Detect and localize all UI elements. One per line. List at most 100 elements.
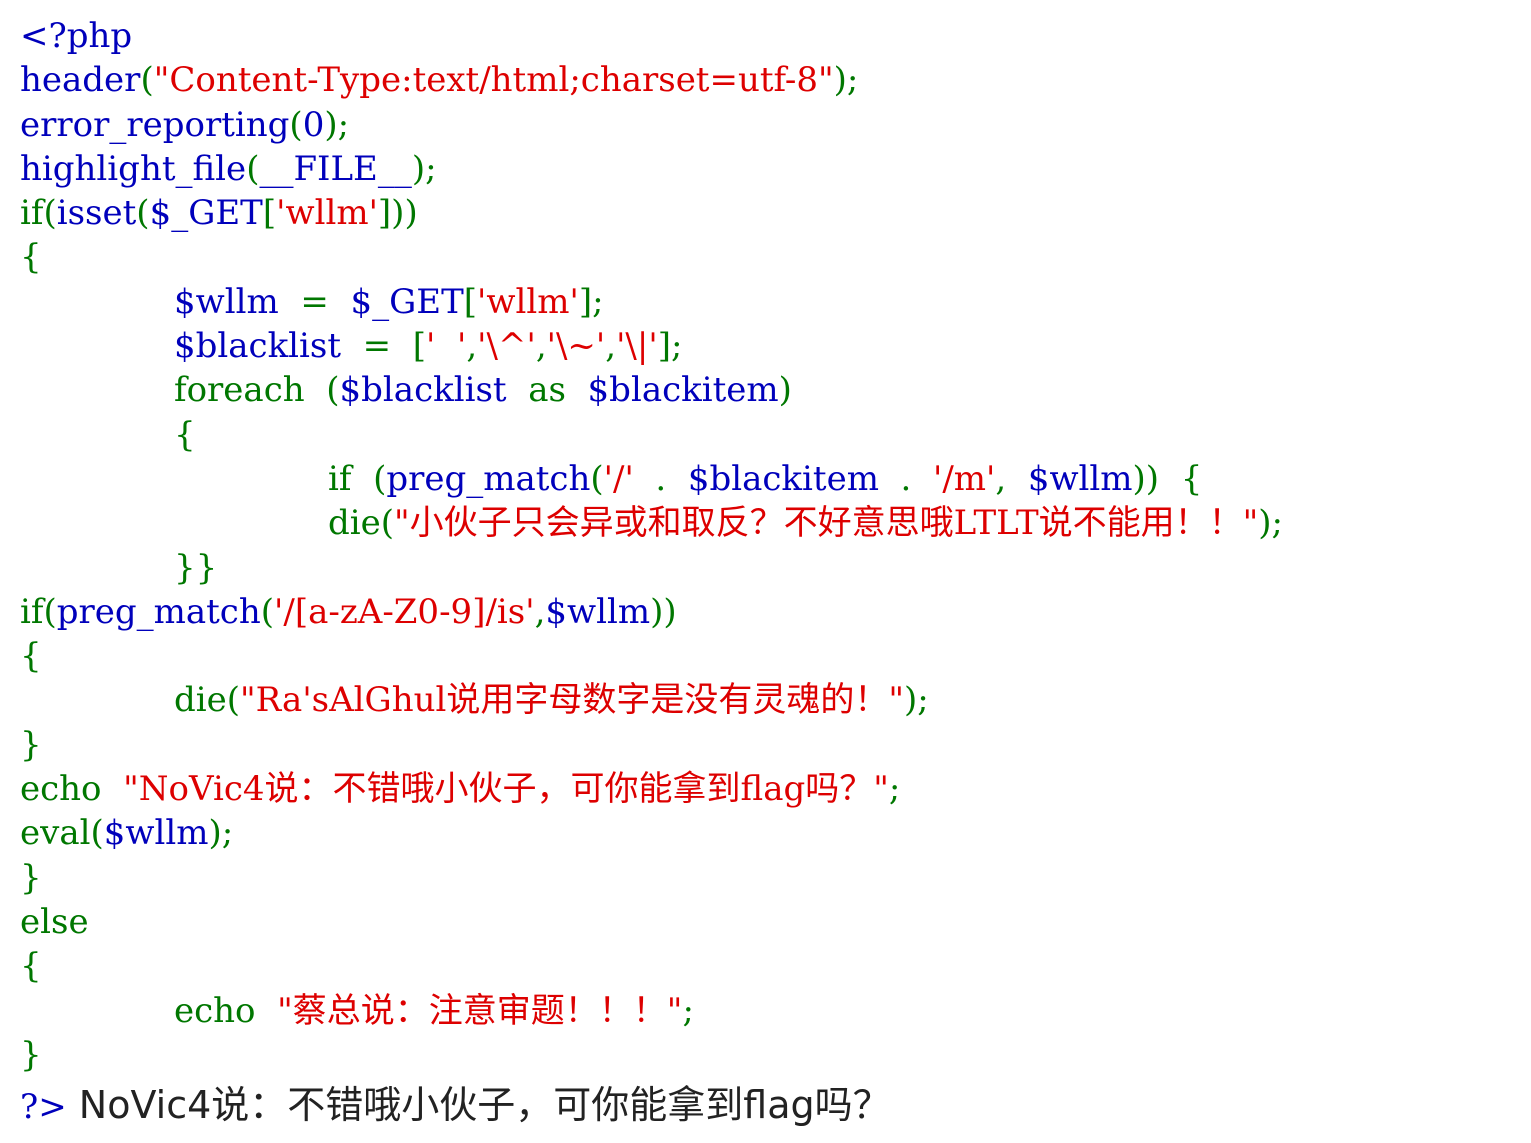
code-keyword: if( (20, 193, 57, 234)
code-keyword: echo (174, 990, 278, 1031)
code-keyword: ); (1258, 503, 1284, 544)
code-string: "蔡总说：注意审题！！！" (277, 990, 683, 1031)
code-line: { (20, 634, 1283, 678)
code-keyword: , (605, 326, 617, 367)
code-string: '/m' (932, 458, 996, 499)
code-keyword: ); (411, 148, 437, 189)
code-keyword: ( (246, 148, 260, 189)
code-string: ' ' (426, 326, 467, 367)
code-keyword: ( (590, 458, 604, 499)
code-token: <?php (20, 16, 133, 56)
code-token: $wllm (174, 281, 301, 322)
code-token: error_reporting (20, 104, 290, 145)
php-source-code: <?php header("Content-Type:text/html;char… (20, 14, 1283, 1077)
code-keyword: ; (888, 769, 901, 810)
code-keyword: echo (20, 769, 124, 810)
code-keyword: , (995, 458, 1028, 499)
code-keyword: { (174, 414, 196, 455)
code-line: error_reporting(0); (20, 103, 1283, 147)
code-keyword: }} (174, 547, 218, 588)
code-keyword: foreach ( (174, 370, 340, 411)
code-token: $blacklist (174, 326, 363, 367)
code-keyword: [ (463, 281, 478, 322)
code-token: $blacklist (339, 370, 529, 411)
code-keyword: [ (262, 193, 277, 234)
code-line: die("小伙子只会异或和取反？不好意思哦LTLT说不能用！！"); (20, 501, 1283, 545)
code-keyword: , (535, 326, 547, 367)
code-string: '\|' (616, 326, 658, 367)
code-token: header (20, 60, 141, 101)
code-line: { (20, 413, 1283, 457)
page-output: ?> NoVic4说：不错哦小伙子，可你能拿到flag吗？ (20, 1080, 891, 1132)
code-keyword: if ( (328, 458, 387, 499)
code-line: echo "NoVic4说：不错哦小伙子，可你能拿到flag吗？"; (20, 767, 1283, 811)
php-close-tag: ?> (20, 1087, 67, 1127)
code-line: } (20, 1033, 1283, 1077)
code-string: '\~' (546, 326, 606, 367)
code-keyword: ( (289, 104, 303, 145)
code-keyword: ; (682, 990, 694, 1031)
code-line: <?php (20, 14, 1283, 58)
code-line: else (20, 900, 1283, 944)
code-line: $blacklist = [' ','\^','\~','\|']; (20, 324, 1283, 368)
code-keyword: } (20, 857, 42, 898)
code-keyword: = [ (362, 326, 427, 367)
code-token: highlight_file (20, 148, 247, 189)
code-keyword: ]; (578, 281, 604, 322)
code-keyword: )) { (1132, 458, 1203, 499)
code-string: '/' (603, 458, 656, 499)
code-token: $wllm (545, 591, 651, 632)
code-line: die("Ra'sAlGhul说用字母数字是没有灵魂的！"); (20, 678, 1283, 722)
code-keyword: . (655, 458, 688, 499)
code-keyword: ( (260, 591, 275, 632)
code-keyword: = (300, 281, 351, 322)
code-string: 'wllm' (477, 281, 579, 322)
code-keyword: { (20, 237, 42, 278)
code-token: $blackitem (587, 370, 779, 411)
code-keyword: )) (650, 591, 677, 632)
code-token: $blackitem (687, 458, 901, 499)
code-line: } (20, 723, 1283, 767)
code-keyword: ); (208, 813, 234, 854)
code-line: if(isset($_GET['wllm'])) (20, 191, 1283, 235)
code-line: { (20, 235, 1283, 279)
code-keyword: if( (20, 591, 57, 632)
code-line: echo "蔡总说：注意审题！！！"; (20, 989, 1283, 1033)
code-keyword: { (20, 636, 42, 677)
code-keyword: die( (174, 680, 241, 721)
code-token: $wllm (103, 813, 209, 854)
code-token: $_GET (350, 281, 464, 322)
code-line: if (preg_match('/' . $blackitem . '/m', … (20, 457, 1283, 501)
code-line: } (20, 856, 1283, 900)
code-keyword: ]; (657, 326, 683, 367)
code-keyword: ( (136, 193, 150, 234)
code-line: if(preg_match('/[a-zA-Z0-9]/is',$wllm)) (20, 590, 1283, 634)
code-token: 0 (302, 104, 325, 145)
code-keyword: ); (833, 60, 859, 101)
code-string: "Content-Type:text/html;charset=utf-8" (153, 60, 834, 101)
code-line: eval($wllm); (20, 811, 1283, 855)
code-string: '\^' (477, 326, 536, 367)
code-token: __FILE__ (259, 148, 412, 189)
code-keyword: { (20, 946, 42, 987)
code-keyword: ) (778, 370, 792, 411)
code-keyword: } (20, 1034, 42, 1075)
code-token: $_GET (149, 193, 263, 234)
code-keyword: ( (140, 60, 154, 101)
code-line: { (20, 944, 1283, 988)
code-line: highlight_file(__FILE__); (20, 147, 1283, 191)
code-keyword: . (900, 458, 933, 499)
code-token: preg_match (386, 458, 591, 499)
code-line: header("Content-Type:text/html;charset=u… (20, 58, 1283, 102)
code-keyword: ); (904, 680, 929, 721)
code-string: 'wllm' (276, 193, 378, 234)
code-keyword: else (20, 901, 89, 942)
code-string: "Ra'sAlGhul说用字母数字是没有灵魂的！" (240, 680, 905, 721)
output-text: NoVic4说：不错哦小伙子，可你能拿到flag吗？ (66, 1083, 891, 1127)
code-keyword: eval( (20, 813, 104, 854)
code-keyword: as (528, 370, 588, 411)
code-line: $wllm = $_GET['wllm']; (20, 280, 1283, 324)
code-string: "NoVic4说：不错哦小伙子，可你能拿到flag吗？" (123, 769, 889, 810)
code-string: '/[a-zA-Z0-9]/is' (274, 591, 535, 632)
code-keyword: die( (328, 503, 395, 544)
